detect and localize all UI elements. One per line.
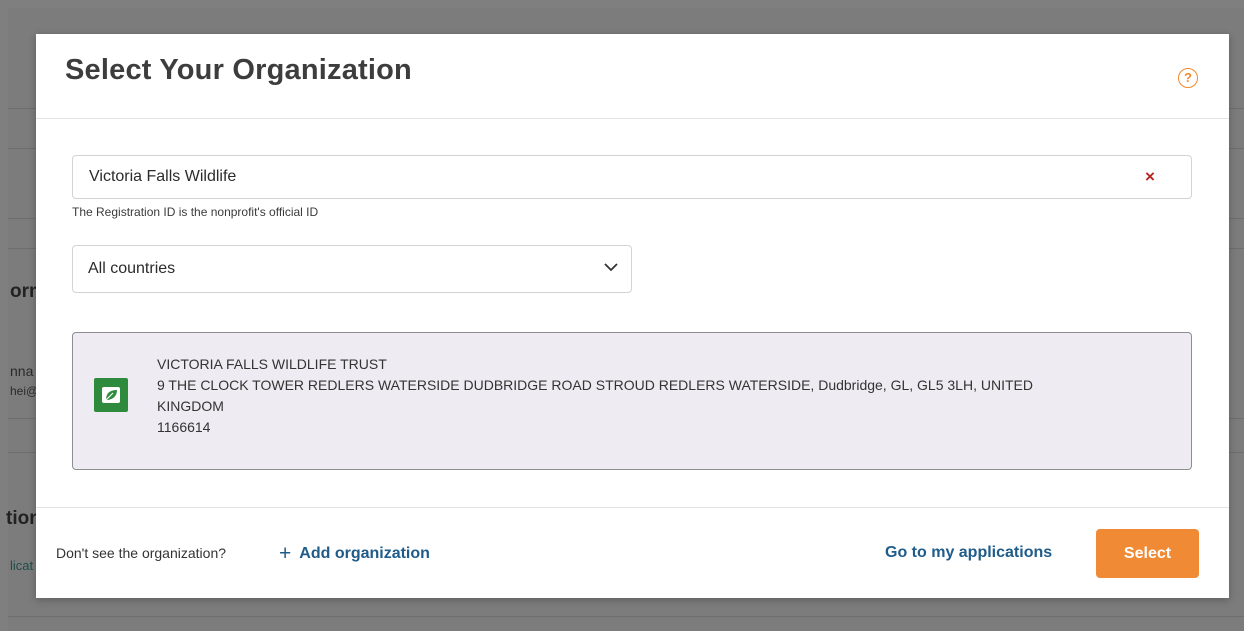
help-icon[interactable]: ? (1178, 68, 1198, 88)
organization-registration-id: 1166614 (157, 419, 211, 435)
organization-logo-icon (94, 378, 128, 412)
country-select-value: All countries (88, 260, 176, 277)
modal-footer: Don't see the organization? + Add organiz… (36, 507, 1229, 599)
select-button[interactable]: Select (1096, 529, 1199, 578)
add-organization-link[interactable]: + Add organization (279, 542, 430, 566)
modal-header: Select Your Organization ? (36, 34, 1229, 119)
search-help-text: The Registration ID is the nonprofit's o… (72, 205, 319, 219)
missing-organization-text: Don't see the organization? (56, 545, 227, 561)
modal-title: Select Your Organization (65, 54, 412, 86)
background-text: hei@ (10, 384, 39, 398)
organization-result-card[interactable]: VICTORIA FALLS WILDLIFE TRUST 9 THE CLOC… (72, 332, 1192, 470)
organization-details: VICTORIA FALLS WILDLIFE TRUST 9 THE CLOC… (157, 354, 1033, 438)
organization-name: VICTORIA FALLS WILDLIFE TRUST (157, 356, 387, 372)
clear-icon[interactable]: × (1143, 167, 1157, 187)
background-divider (8, 616, 1244, 617)
organization-search-field[interactable]: × (72, 155, 1192, 199)
add-organization-label: Add organization (299, 545, 430, 562)
select-organization-modal: Select Your Organization ? × The Registr… (36, 34, 1229, 598)
organization-address-continued: KINGDOM (157, 398, 224, 414)
country-select[interactable]: All countries (72, 245, 632, 293)
background-text: nna (10, 363, 34, 379)
organization-address: 9 THE CLOCK TOWER REDLERS WATERSIDE DUDB… (157, 377, 1033, 393)
go-to-applications-link[interactable]: Go to my applications (885, 544, 1052, 562)
background-link: licat (10, 558, 34, 573)
organization-search-input[interactable] (89, 156, 1129, 198)
plus-icon: + (279, 542, 292, 565)
chevron-down-icon (604, 263, 618, 272)
